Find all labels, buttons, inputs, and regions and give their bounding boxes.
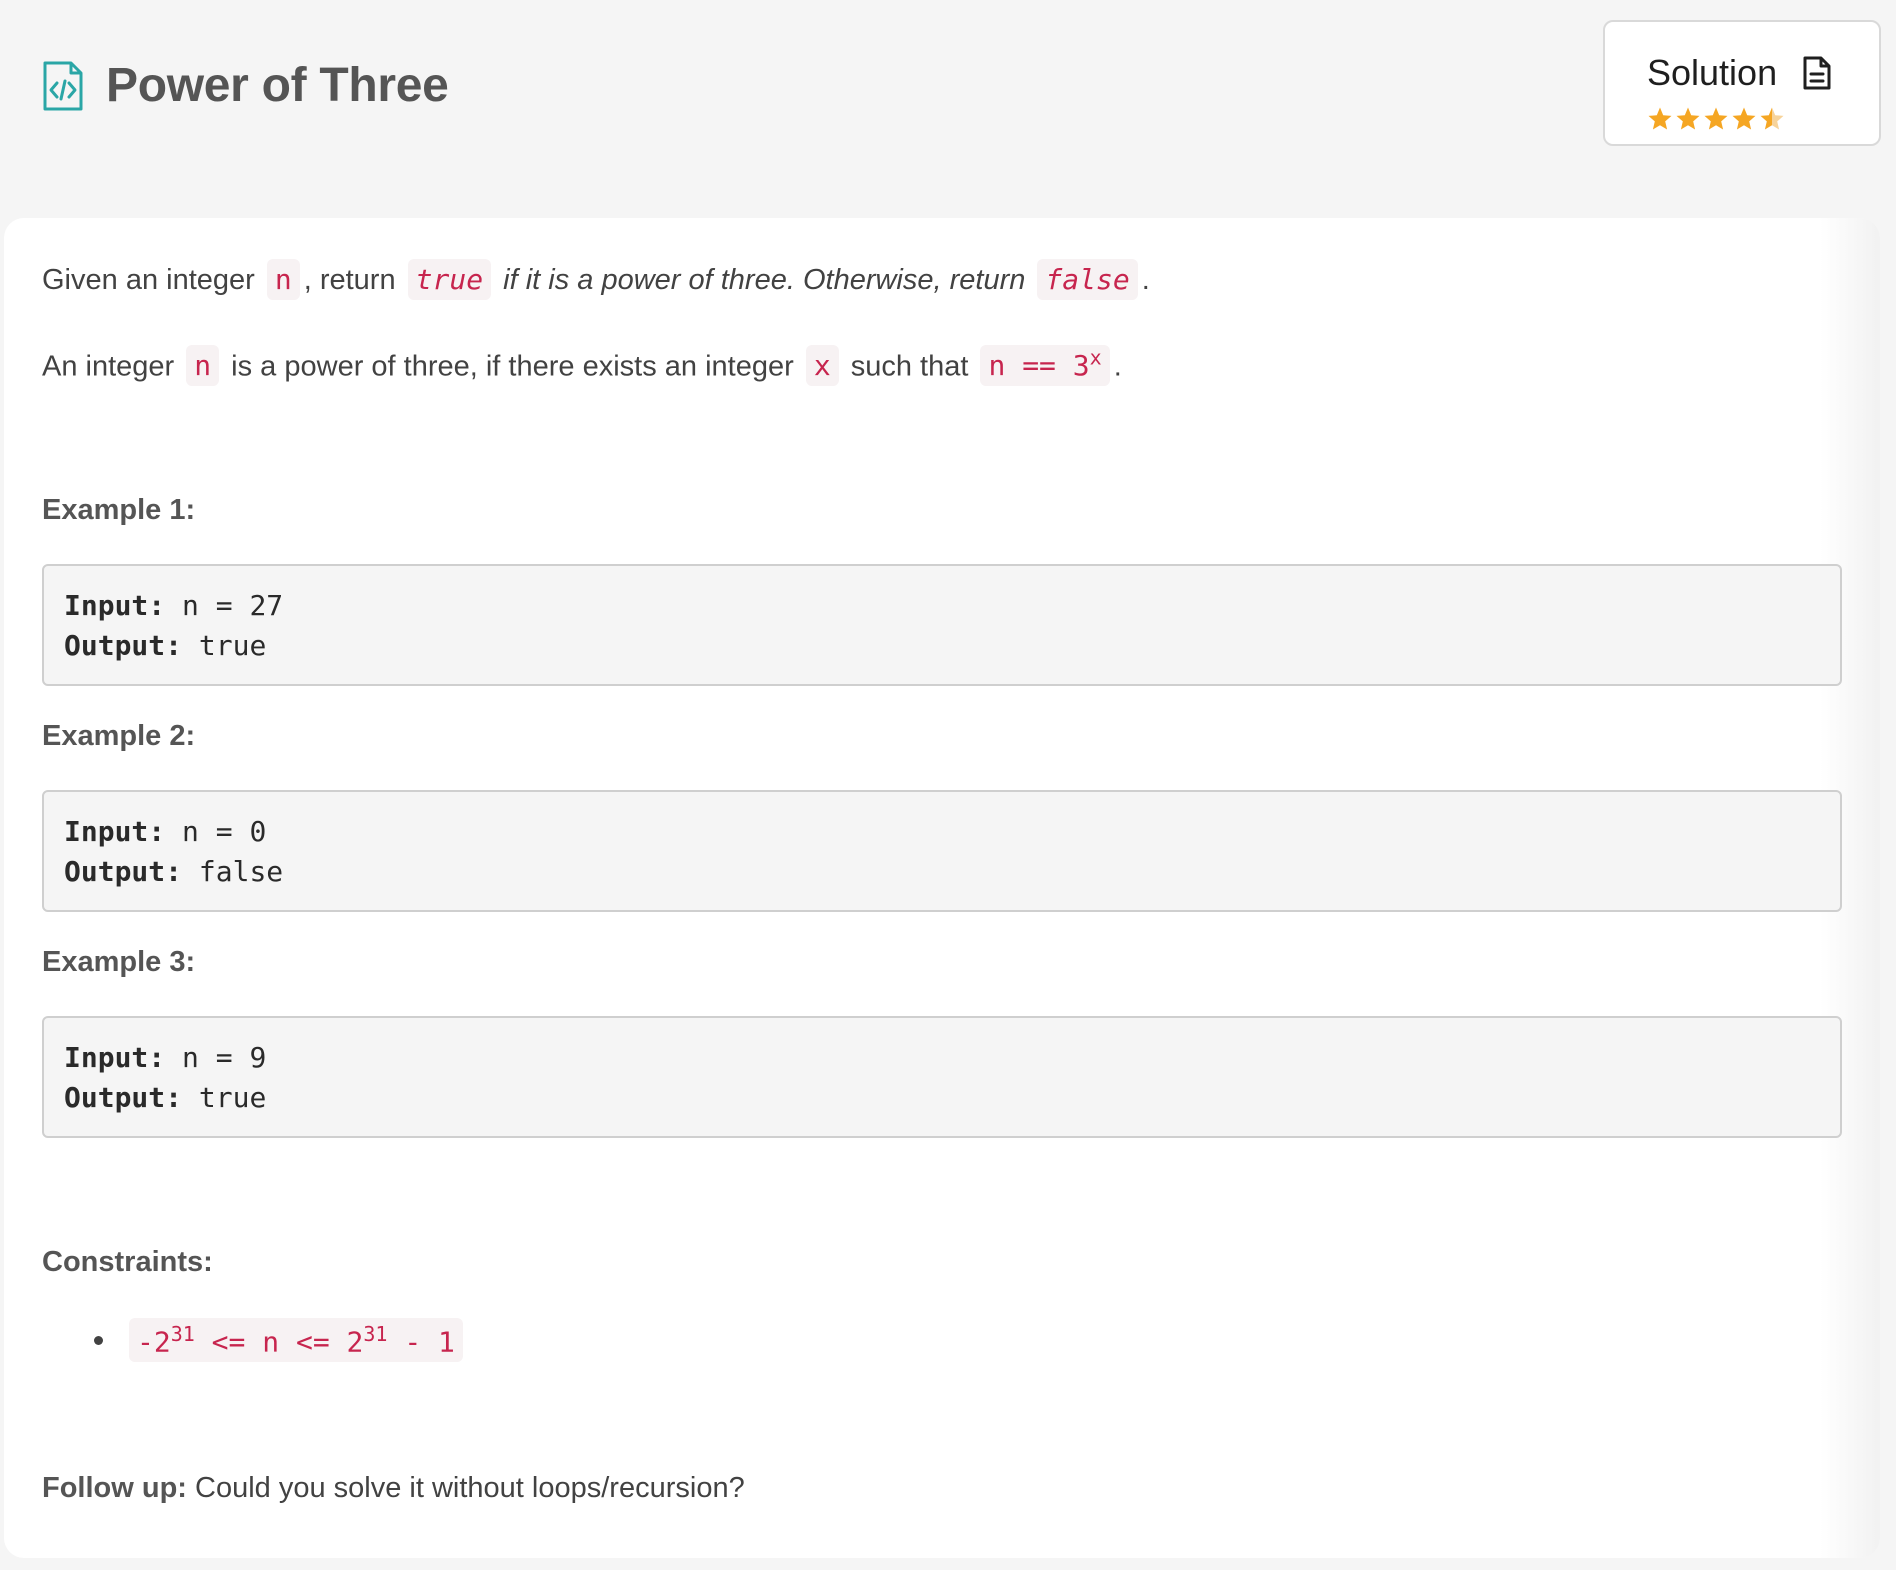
text: such that bbox=[842, 350, 977, 383]
solution-label: Solution bbox=[1647, 52, 1778, 93]
input-value: n = 27 bbox=[165, 589, 284, 622]
star-icon bbox=[1731, 106, 1757, 132]
problem-description: Given an integer n, return true if it is… bbox=[4, 218, 1880, 1558]
example-3-box: Input: n = 9 Output: true bbox=[42, 1016, 1842, 1138]
output-label: Output: bbox=[64, 855, 183, 888]
follow-up-text: Could you solve it without loops/recursi… bbox=[186, 1472, 745, 1504]
example-output-line: Output: true bbox=[64, 1078, 1840, 1118]
problem-header: Power of Three Solution bbox=[0, 0, 1896, 200]
text: . bbox=[1141, 264, 1150, 296]
follow-up: Follow up: Could you solve it without lo… bbox=[42, 1472, 745, 1505]
constraint-list-item: -231 <= n <= 231 - 1 bbox=[94, 1318, 467, 1363]
code-file-icon bbox=[40, 60, 86, 112]
follow-up-label: Follow up: bbox=[42, 1472, 187, 1504]
description-paragraph-2: An integer n is a power of three, if the… bbox=[42, 336, 1122, 388]
text: , return bbox=[303, 264, 404, 296]
text: is a power of three, if there exists an … bbox=[223, 350, 802, 383]
example-input-line: Input: n = 27 bbox=[64, 586, 1840, 626]
example-2-box: Input: n = 0 Output: false bbox=[42, 790, 1842, 912]
code-equation: n == 3x bbox=[980, 345, 1110, 387]
code-constraint: -231 <= n <= 231 - 1 bbox=[129, 1318, 463, 1363]
equation-base: n == 3 bbox=[988, 349, 1090, 383]
solution-row: Solution bbox=[1647, 52, 1831, 94]
code-x: x bbox=[805, 345, 839, 387]
example-input-line: Input: n = 9 bbox=[64, 1038, 1840, 1078]
constraint-exponent: 31 bbox=[170, 1322, 195, 1346]
example-input-line: Input: n = 0 bbox=[64, 812, 1840, 852]
output-value: false bbox=[182, 855, 284, 888]
input-label: Input: bbox=[64, 815, 166, 848]
code-false: false bbox=[1037, 259, 1138, 300]
output-label: Output: bbox=[64, 1081, 183, 1114]
text: . bbox=[1113, 350, 1122, 383]
constraint-part: - 1 bbox=[387, 1325, 455, 1359]
code-n: n bbox=[266, 259, 300, 300]
constraint-part: -2 bbox=[137, 1325, 171, 1359]
output-label: Output: bbox=[64, 629, 183, 662]
output-value: true bbox=[182, 1081, 267, 1114]
page-title: Power of Three bbox=[106, 59, 449, 112]
code-true: true bbox=[407, 259, 492, 300]
input-value: n = 9 bbox=[165, 1041, 267, 1074]
example-output-line: Output: true bbox=[64, 626, 1840, 666]
star-icon bbox=[1647, 106, 1673, 132]
constraints-title: Constraints: bbox=[42, 1246, 213, 1278]
solution-button[interactable]: Solution bbox=[1603, 20, 1881, 146]
description-paragraph-1: Given an integer n, return true if it is… bbox=[42, 258, 1150, 302]
constraint-part: <= n <= 2 bbox=[194, 1325, 364, 1359]
title-wrap: Power of Three bbox=[40, 58, 449, 113]
document-icon bbox=[1803, 56, 1831, 90]
output-value: true bbox=[182, 629, 267, 662]
input-value: n = 0 bbox=[165, 815, 267, 848]
star-icon bbox=[1759, 106, 1785, 132]
example-output-line: Output: false bbox=[64, 852, 1840, 892]
star-icon bbox=[1703, 106, 1729, 132]
example-1-box: Input: n = 27 Output: true bbox=[42, 564, 1842, 686]
star-icon bbox=[1675, 106, 1701, 132]
example-1-title: Example 1: bbox=[42, 494, 196, 526]
example-3-title: Example 3: bbox=[42, 946, 196, 978]
text: An integer bbox=[42, 350, 183, 383]
example-2-title: Example 2: bbox=[42, 720, 196, 752]
input-label: Input: bbox=[64, 589, 166, 622]
constraint-exponent: 31 bbox=[363, 1322, 388, 1346]
code-n: n bbox=[186, 345, 220, 387]
bullet bbox=[94, 1335, 103, 1345]
text-italic: if it is a power of three. Otherwise, re… bbox=[495, 264, 1034, 296]
text: Given an integer bbox=[42, 264, 263, 296]
input-label: Input: bbox=[64, 1041, 166, 1074]
equation-exponent: x bbox=[1089, 346, 1102, 370]
rating-stars bbox=[1647, 106, 1787, 132]
